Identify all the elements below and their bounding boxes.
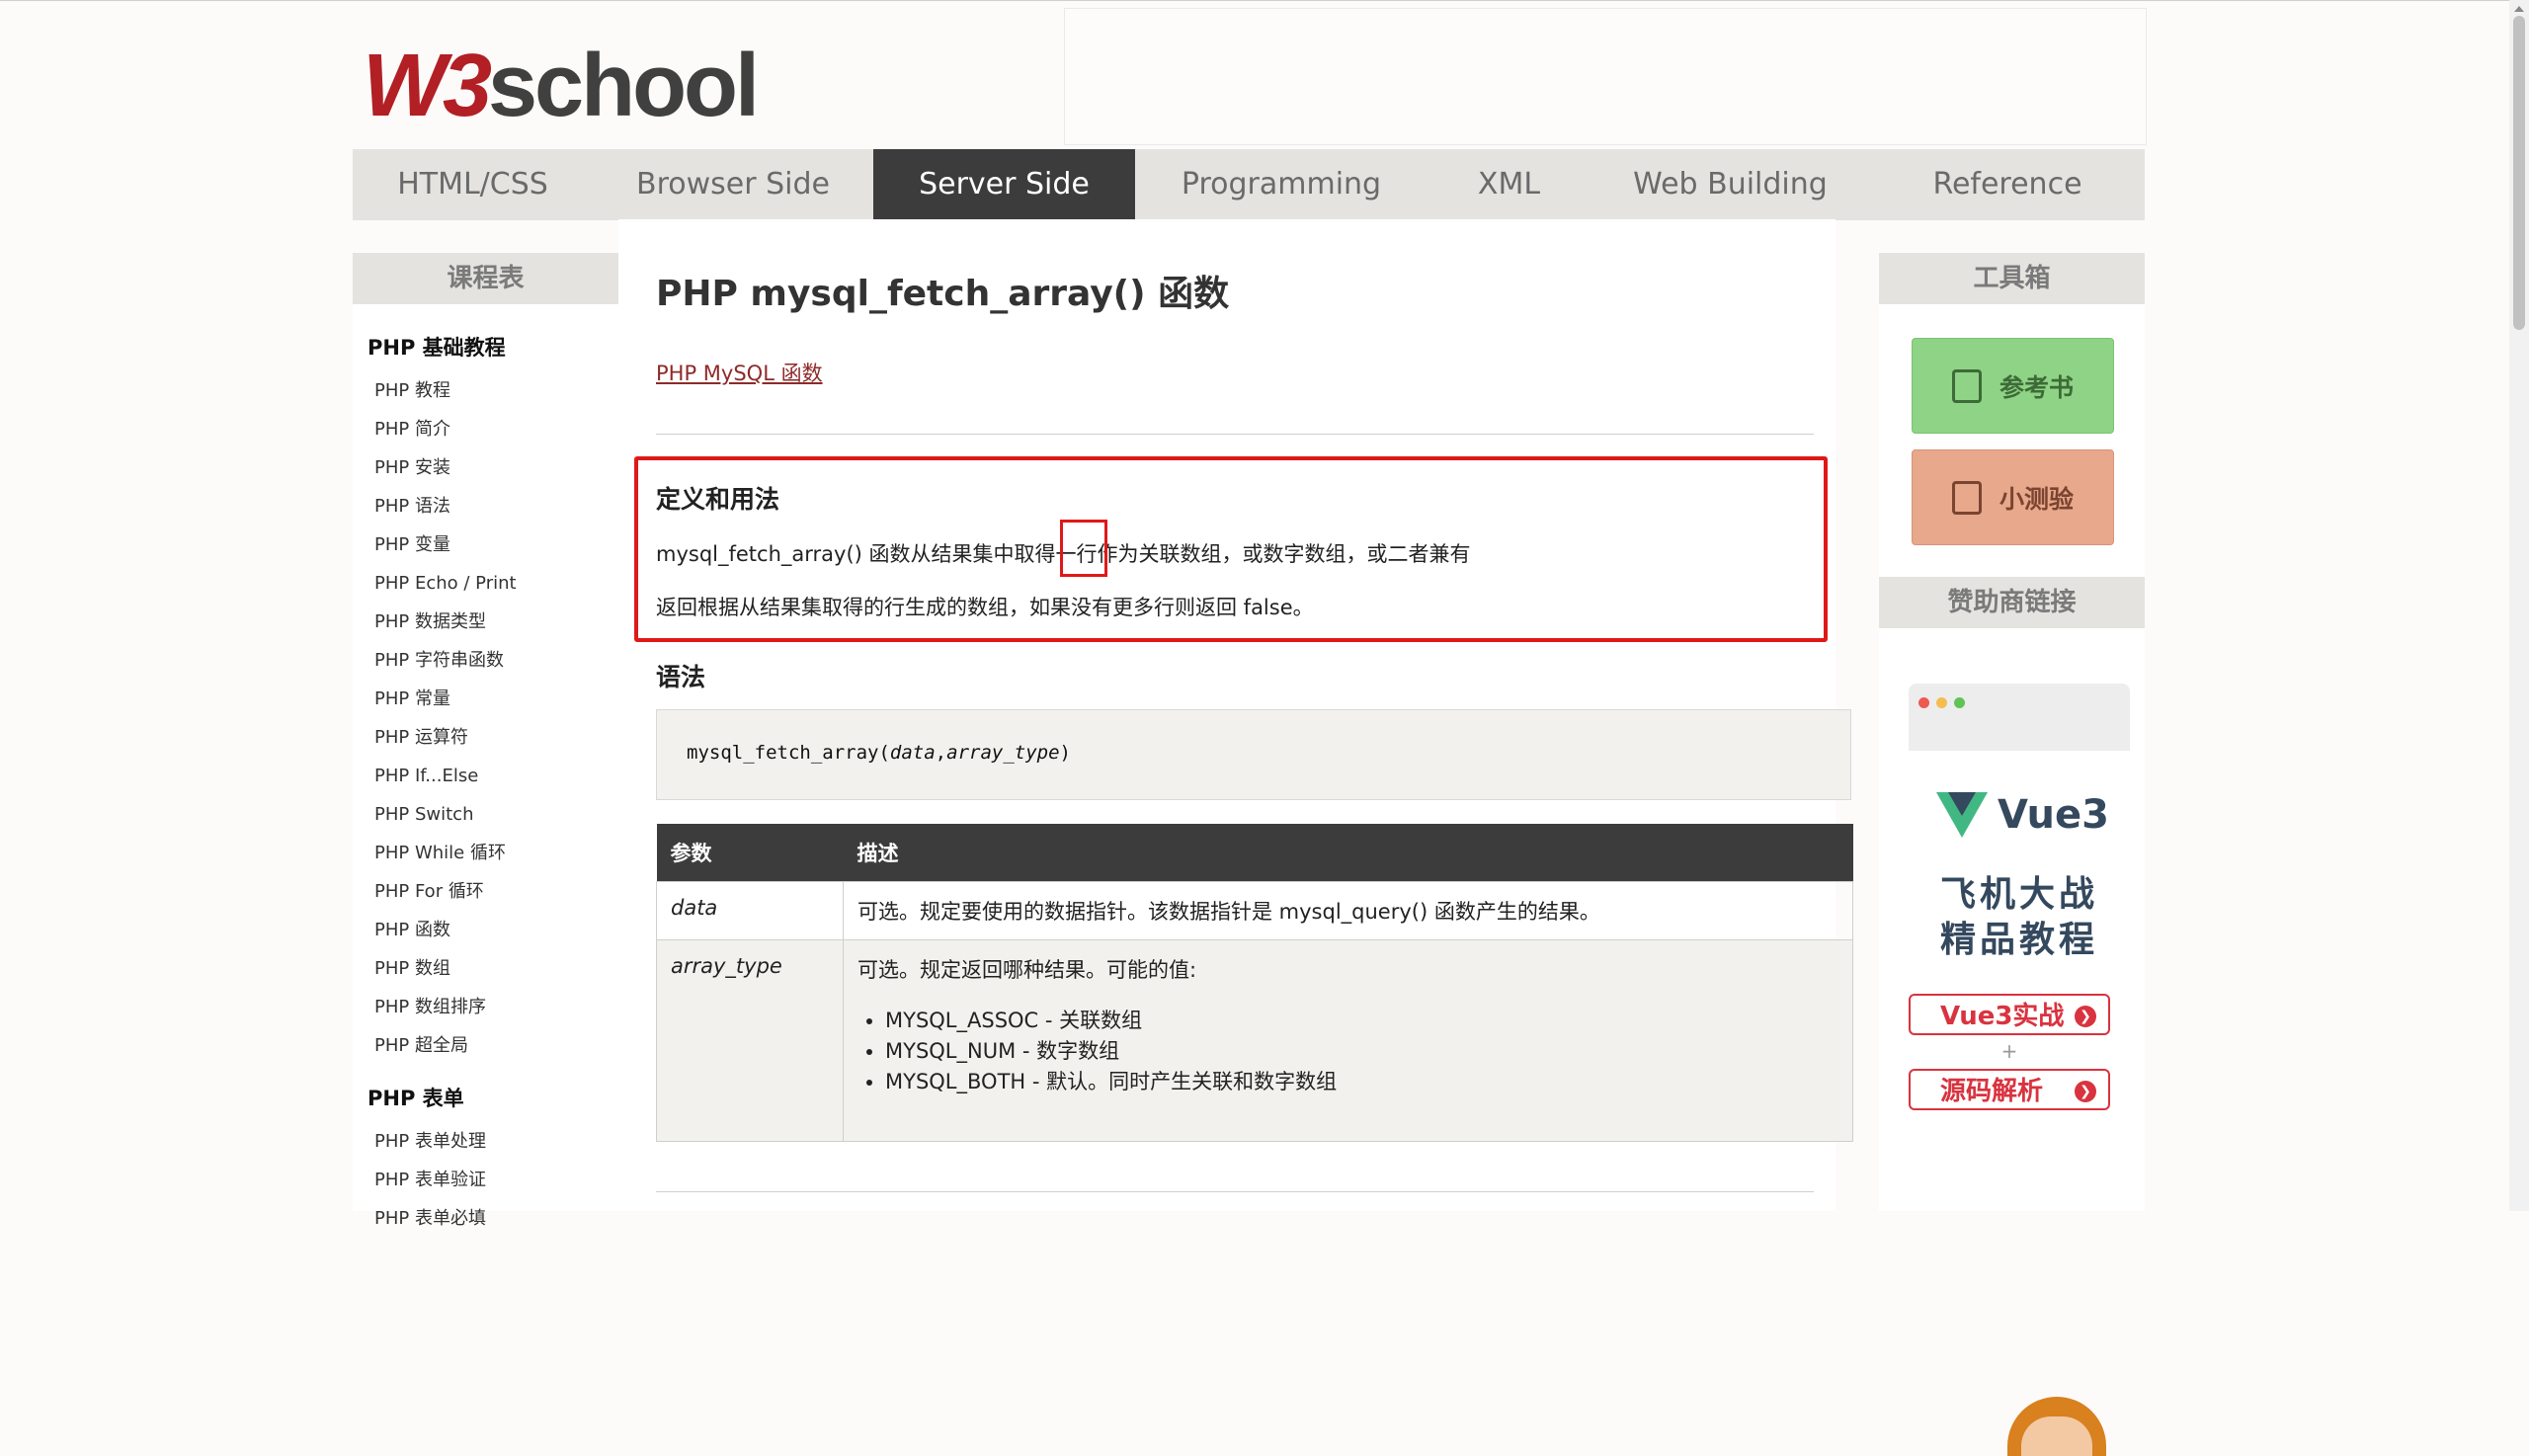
ad-vue3-button[interactable]: Vue3实战 ❯ xyxy=(1909,994,2110,1035)
col-header-desc: 描述 xyxy=(843,824,1853,882)
top-nav: HTML/CSS Browser Side Server Side Progra… xyxy=(353,149,2145,220)
sidebar-item[interactable]: PHP 安装 xyxy=(353,448,618,487)
header-ad-banner[interactable] xyxy=(1064,8,2147,145)
code-arg-data: data xyxy=(889,742,936,764)
logo-w3: W3 xyxy=(363,37,492,135)
parameters-table: 参数 描述 data 可选。规定要使用的数据指针。该数据指针是 mysql_qu… xyxy=(656,824,1853,1142)
cartoon-avatar xyxy=(2007,1397,2106,1456)
scrollbar-thumb[interactable] xyxy=(2513,16,2525,330)
ad-source-button[interactable]: 源码解析 ❯ xyxy=(1909,1069,2110,1110)
scroll-up-arrow-icon[interactable] xyxy=(2514,6,2524,12)
nav-item-xml[interactable]: XML xyxy=(1428,149,1591,220)
sidebar-item[interactable]: PHP While 循环 xyxy=(353,834,618,872)
window-top-border xyxy=(0,0,2529,1)
param-name: data xyxy=(656,881,844,940)
chevron-down-icon: ❯ xyxy=(2075,1081,2096,1102)
logo-school: school xyxy=(488,37,760,135)
code-close: ) xyxy=(1059,742,1071,764)
toolbox-sidebar: 工具箱 参考书 小测验 赞助商链接 Vue3 飞机大战 精品教程 Vue3实战 … xyxy=(1879,253,2145,1456)
ad-line-2: 精品教程 xyxy=(1939,920,2098,960)
param-desc: 可选。规定返回哪种结果。可能的值: xyxy=(857,958,1197,982)
page-scrollbar[interactable] xyxy=(2509,0,2529,1211)
sponsor-ad[interactable]: Vue3 飞机大战 精品教程 Vue3实战 ❯ + 源码解析 ❯ xyxy=(1909,684,2130,1456)
sponsor-title: 赞助商链接 xyxy=(1879,577,2145,628)
quiz-button[interactable]: 小测验 xyxy=(1912,449,2114,545)
ad-vue3-label: Vue3实战 xyxy=(1940,1002,2065,1031)
col-header-param: 参数 xyxy=(656,824,844,882)
divider xyxy=(656,434,1814,435)
param-desc-cell: 可选。规定返回哪种结果。可能的值: MYSQL_ASSOC - 关联数组 MYS… xyxy=(843,939,1853,1142)
window-dot-yellow xyxy=(1936,697,1947,708)
sidebar-item[interactable]: PHP 常量 xyxy=(353,680,618,718)
sidebar-item[interactable]: PHP 超全局 xyxy=(353,1026,618,1065)
param-name: array_type xyxy=(656,939,844,1142)
nav-item-programming[interactable]: Programming xyxy=(1135,149,1428,220)
param-desc: 可选。规定要使用的数据指针。该数据指针是 mysql_query() 函数产生的… xyxy=(843,881,1853,940)
sidebar-item[interactable]: PHP 表单验证 xyxy=(353,1161,618,1199)
sidebar-item[interactable]: PHP 数组 xyxy=(353,949,618,988)
sidebar-item[interactable]: PHP If...Else xyxy=(353,757,618,795)
course-sidebar: 课程表 PHP 基础教程 PHP 教程 PHP 简介 PHP 安装 PHP 语法… xyxy=(353,253,619,1229)
sidebar-item[interactable]: PHP 简介 xyxy=(353,410,618,448)
reference-book-button[interactable]: 参考书 xyxy=(1912,338,2114,434)
sidebar-item[interactable]: PHP 运算符 xyxy=(353,718,618,757)
syntax-code: mysql_fetch_array(data,array_type) xyxy=(687,742,1071,764)
toolbox-title: 工具箱 xyxy=(1879,253,2145,304)
sidebar-item[interactable]: PHP Switch xyxy=(353,795,618,834)
divider xyxy=(656,1191,1814,1192)
sidebar-item[interactable]: PHP 变量 xyxy=(353,526,618,564)
sidebar-group-forms: PHP 表单 xyxy=(367,1087,464,1110)
avatar-face xyxy=(2021,1416,2092,1456)
table-row: array_type 可选。规定返回哪种结果。可能的值: MYSQL_ASSOC… xyxy=(656,939,1853,1142)
sidebar-item[interactable]: PHP 教程 xyxy=(353,371,618,410)
word-highlight-box xyxy=(1060,520,1107,577)
sidebar-item[interactable]: PHP 语法 xyxy=(353,487,618,526)
table-row: data 可选。规定要使用的数据指针。该数据指针是 mysql_query() … xyxy=(656,881,1853,940)
sidebar-item[interactable]: PHP Echo / Print xyxy=(353,564,618,603)
main-content: PHP mysql_fetch_array() 函数 PHP MySQL 函数 … xyxy=(618,219,1853,1211)
nav-item-web-building[interactable]: Web Building xyxy=(1591,149,1870,220)
w3school-logo[interactable]: W3 school xyxy=(363,36,760,135)
window-dot-green xyxy=(1954,697,1965,708)
option-item: MYSQL_BOTH - 默认。同时产生关联和数字数组 xyxy=(885,1067,1838,1097)
vue-logo-inner-icon xyxy=(1948,792,1976,816)
book-icon xyxy=(1951,368,1982,403)
clipboard-icon xyxy=(1951,480,1982,515)
site-header: W3 school xyxy=(353,8,2147,146)
ad-brand: Vue3 xyxy=(1998,792,2109,838)
sidebar-item[interactable]: PHP 表单必填 xyxy=(353,1199,618,1238)
ad-line-1: 飞机大战 xyxy=(1939,874,2098,915)
code-fn: mysql_fetch_array( xyxy=(687,742,890,764)
sidebar-group-basics: PHP 基础教程 xyxy=(367,336,506,360)
window-dot-red xyxy=(1918,697,1929,708)
option-item: MYSQL_ASSOC - 关联数组 xyxy=(885,1006,1838,1036)
code-arg-array-type: array_type xyxy=(946,742,1060,764)
nav-item-browser-side[interactable]: Browser Side xyxy=(593,149,873,220)
nav-item-reference[interactable]: Reference xyxy=(1870,149,2145,220)
sidebar-item[interactable]: PHP 表单处理 xyxy=(353,1122,618,1161)
sidebar-item[interactable]: PHP For 循环 xyxy=(353,872,618,911)
chevron-down-icon: ❯ xyxy=(2075,1006,2096,1027)
ad-plus: + xyxy=(2000,1039,2018,1063)
quiz-label: 小测验 xyxy=(1999,484,2074,514)
sidebar-title: 课程表 xyxy=(353,253,618,304)
definition-highlight-box xyxy=(634,456,1828,642)
nav-item-server-side[interactable]: Server Side xyxy=(873,149,1135,220)
code-sep: , xyxy=(935,742,947,764)
nav-item-html-css[interactable]: HTML/CSS xyxy=(353,149,593,220)
sidebar-item[interactable]: PHP 数据类型 xyxy=(353,603,618,641)
sidebar-item[interactable]: PHP 数组排序 xyxy=(353,988,618,1026)
page-title: PHP mysql_fetch_array() 函数 xyxy=(656,274,1230,314)
reference-book-label: 参考书 xyxy=(1999,372,2074,402)
sidebar-item[interactable]: PHP 字符串函数 xyxy=(353,641,618,680)
option-list: MYSQL_ASSOC - 关联数组 MYSQL_NUM - 数字数组 MYSQ… xyxy=(857,1006,1838,1097)
table-header-row: 参数 描述 xyxy=(656,824,1853,882)
option-item: MYSQL_NUM - 数字数组 xyxy=(885,1036,1838,1067)
ad-source-label: 源码解析 xyxy=(1940,1077,2044,1106)
sidebar-item[interactable]: PHP 函数 xyxy=(353,911,618,949)
syntax-heading: 语法 xyxy=(656,663,706,691)
breadcrumb-link[interactable]: PHP MySQL 函数 xyxy=(656,358,823,387)
ad-browser-frame xyxy=(1909,684,2130,751)
syntax-code-block: mysql_fetch_array(data,array_type) xyxy=(656,709,1851,800)
